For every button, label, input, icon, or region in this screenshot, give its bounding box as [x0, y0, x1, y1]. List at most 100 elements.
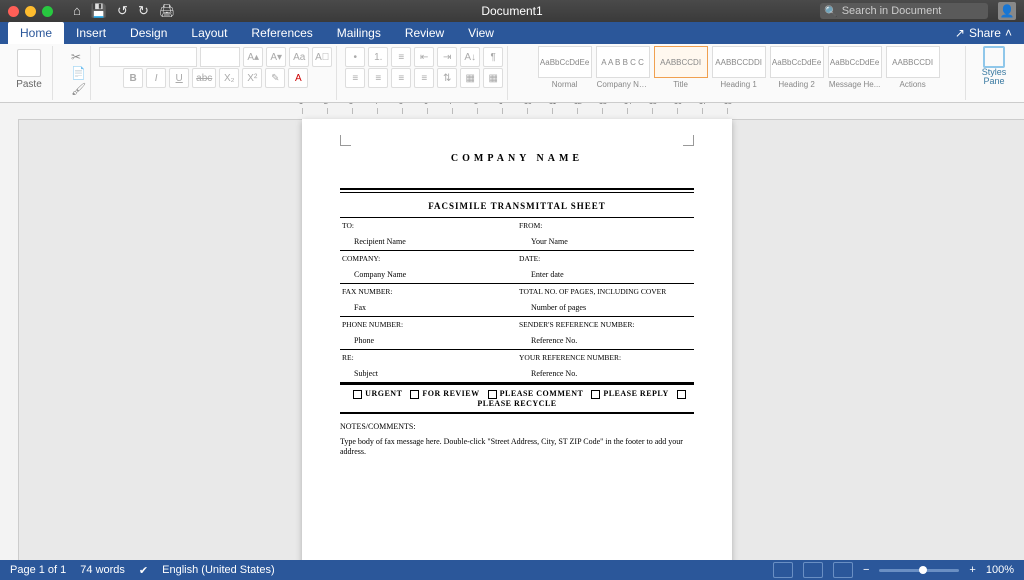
tab-references[interactable]: References: [239, 22, 324, 44]
field-value[interactable]: Your Name: [517, 233, 694, 250]
tab-mailings[interactable]: Mailings: [325, 22, 393, 44]
font-family-select[interactable]: [99, 47, 197, 67]
field-value[interactable]: Reference No.: [517, 365, 694, 382]
field-value[interactable]: Reference No.: [517, 332, 694, 349]
style-label: Heading 1: [720, 80, 756, 89]
strike-button[interactable]: abc: [192, 68, 216, 88]
style-heading-2[interactable]: AaBbCcDdEe: [770, 46, 824, 78]
paste-button[interactable]: Paste: [10, 46, 48, 92]
copy-icon[interactable]: 📄: [71, 66, 86, 80]
borders-button[interactable]: ▦: [483, 68, 503, 88]
checkbox-row[interactable]: URGENTFOR REVIEWPLEASE COMMENTPLEASE REP…: [340, 383, 694, 414]
field-value[interactable]: Fax: [340, 299, 517, 316]
field-value[interactable]: Recipient Name: [340, 233, 517, 250]
italic-button[interactable]: I: [146, 68, 166, 88]
tab-design[interactable]: Design: [118, 22, 179, 44]
highlight-button[interactable]: ✎: [265, 68, 285, 88]
home-icon[interactable]: ⌂: [73, 3, 81, 19]
field-label: RE:: [340, 350, 517, 365]
save-icon[interactable]: 💾: [91, 3, 107, 19]
shrink-font-button[interactable]: A▾: [266, 47, 286, 67]
checkbox[interactable]: [488, 390, 497, 399]
style-title[interactable]: AABBCCDI: [654, 46, 708, 78]
style-heading-1[interactable]: AABBCCDDI: [712, 46, 766, 78]
change-case-button[interactable]: Aa: [289, 47, 309, 67]
tab-review[interactable]: Review: [393, 22, 456, 44]
shading-button[interactable]: ▦: [460, 68, 480, 88]
style-actions[interactable]: AABBCCDI: [886, 46, 940, 78]
style-label: Heading 2: [778, 80, 814, 89]
underline-button[interactable]: U: [169, 68, 189, 88]
field-value[interactable]: Enter date: [517, 266, 694, 283]
cut-icon[interactable]: ✂: [71, 50, 81, 64]
print-layout-button[interactable]: [803, 562, 823, 578]
style-company-na-[interactable]: A A B B C C: [596, 46, 650, 78]
notes-heading[interactable]: NOTES/COMMENTS:: [340, 422, 694, 431]
show-marks-button[interactable]: ¶: [483, 47, 503, 67]
field-value[interactable]: Subject: [340, 365, 517, 382]
clipboard-icon: [17, 49, 41, 77]
focus-view-button[interactable]: [773, 562, 793, 578]
tab-view[interactable]: View: [456, 22, 506, 44]
zoom-level[interactable]: 100%: [986, 564, 1014, 576]
ruler-tick: 12: [577, 108, 602, 114]
style-normal[interactable]: AaBbCcDdEe: [538, 46, 592, 78]
grow-font-button[interactable]: A▴: [243, 47, 263, 67]
sheet-title[interactable]: FACSIMILE TRANSMITTAL SHEET: [340, 195, 694, 217]
tab-layout[interactable]: Layout: [179, 22, 239, 44]
line-spacing-button[interactable]: ⇅: [437, 68, 457, 88]
subscript-button[interactable]: X₂: [219, 68, 239, 88]
multilevel-button[interactable]: ≡: [391, 47, 411, 67]
align-center-button[interactable]: ≡: [368, 68, 388, 88]
undo-icon[interactable]: ↺: [117, 3, 128, 19]
bold-button[interactable]: B: [123, 68, 143, 88]
superscript-button[interactable]: X²: [242, 68, 262, 88]
page-indicator[interactable]: Page 1 of 1: [10, 564, 66, 576]
search-icon: 🔍: [824, 5, 838, 18]
font-size-select[interactable]: [200, 47, 240, 67]
increase-indent-button[interactable]: ⇥: [437, 47, 457, 67]
ruler-tick: 13: [602, 108, 627, 114]
field-value[interactable]: Number of pages: [517, 299, 694, 316]
company-name[interactable]: COMPANY NAME: [340, 153, 694, 164]
document-page[interactable]: COMPANY NAME FACSIMILE TRANSMITTAL SHEET…: [302, 119, 732, 565]
field-value[interactable]: Company Name: [340, 266, 517, 283]
language-indicator[interactable]: English (United States): [162, 564, 275, 576]
numbering-button[interactable]: 1.: [368, 47, 388, 67]
clear-format-button[interactable]: A⃠: [312, 47, 332, 67]
style-message-he-[interactable]: AaBbCcDdEe: [828, 46, 882, 78]
tab-insert[interactable]: Insert: [64, 22, 118, 44]
zoom-in-button[interactable]: +: [969, 564, 975, 576]
spellcheck-icon[interactable]: ✔: [139, 564, 148, 577]
decrease-indent-button[interactable]: ⇤: [414, 47, 434, 67]
print-icon[interactable]: 🖨: [159, 3, 176, 19]
font-color-button[interactable]: A: [288, 68, 308, 88]
tab-home[interactable]: Home: [8, 22, 64, 44]
checkbox[interactable]: [677, 390, 686, 399]
zoom-slider[interactable]: [879, 569, 959, 572]
align-left-button[interactable]: ≡: [345, 68, 365, 88]
redo-icon[interactable]: ↻: [138, 3, 149, 19]
align-right-button[interactable]: ≡: [391, 68, 411, 88]
window-minimize[interactable]: [25, 6, 36, 17]
sort-button[interactable]: A↓: [460, 47, 480, 67]
field-label: FAX NUMBER:: [340, 284, 517, 299]
window-close[interactable]: [8, 6, 19, 17]
checkbox[interactable]: [591, 390, 600, 399]
bullets-button[interactable]: •: [345, 47, 365, 67]
window-zoom[interactable]: [42, 6, 53, 17]
field-value[interactable]: Phone: [340, 332, 517, 349]
search-box[interactable]: 🔍 Search in Document: [820, 3, 988, 19]
notes-body[interactable]: Type body of fax message here. Double-cl…: [340, 437, 694, 458]
web-layout-button[interactable]: [833, 562, 853, 578]
share-button[interactable]: ↗ Share ˄: [943, 22, 1024, 44]
word-count[interactable]: 74 words: [80, 564, 125, 576]
zoom-out-button[interactable]: −: [863, 564, 869, 576]
justify-button[interactable]: ≡: [414, 68, 434, 88]
chevron-up-icon: ˄: [1005, 26, 1012, 40]
format-painter-icon[interactable]: 🖌: [71, 82, 86, 96]
styles-pane-button[interactable]: Styles Pane: [974, 46, 1014, 86]
checkbox[interactable]: [410, 390, 419, 399]
checkbox[interactable]: [353, 390, 362, 399]
user-avatar[interactable]: 👤: [998, 2, 1016, 20]
